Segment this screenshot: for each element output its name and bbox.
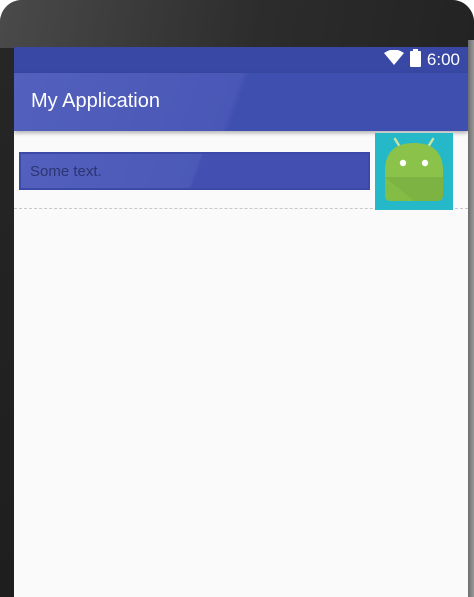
status-icons: 6:00 bbox=[383, 48, 460, 72]
phone-screen: 6:00 My Application Some text. bbox=[14, 47, 468, 597]
status-time: 6:00 bbox=[426, 50, 460, 69]
app-bar: My Application bbox=[14, 73, 468, 131]
phone-side-edge bbox=[468, 40, 474, 597]
status-bar: 6:00 bbox=[14, 47, 468, 73]
phone-device-frame: 6:00 My Application Some text. bbox=[0, 0, 474, 597]
battery-icon bbox=[409, 48, 421, 72]
app-title: My Application bbox=[31, 90, 160, 112]
wifi-icon bbox=[383, 49, 404, 71]
android-launcher-icon[interactable] bbox=[375, 133, 453, 210]
text-view[interactable]: Some text. bbox=[19, 152, 370, 190]
text-view-label: Some text. bbox=[30, 163, 102, 180]
